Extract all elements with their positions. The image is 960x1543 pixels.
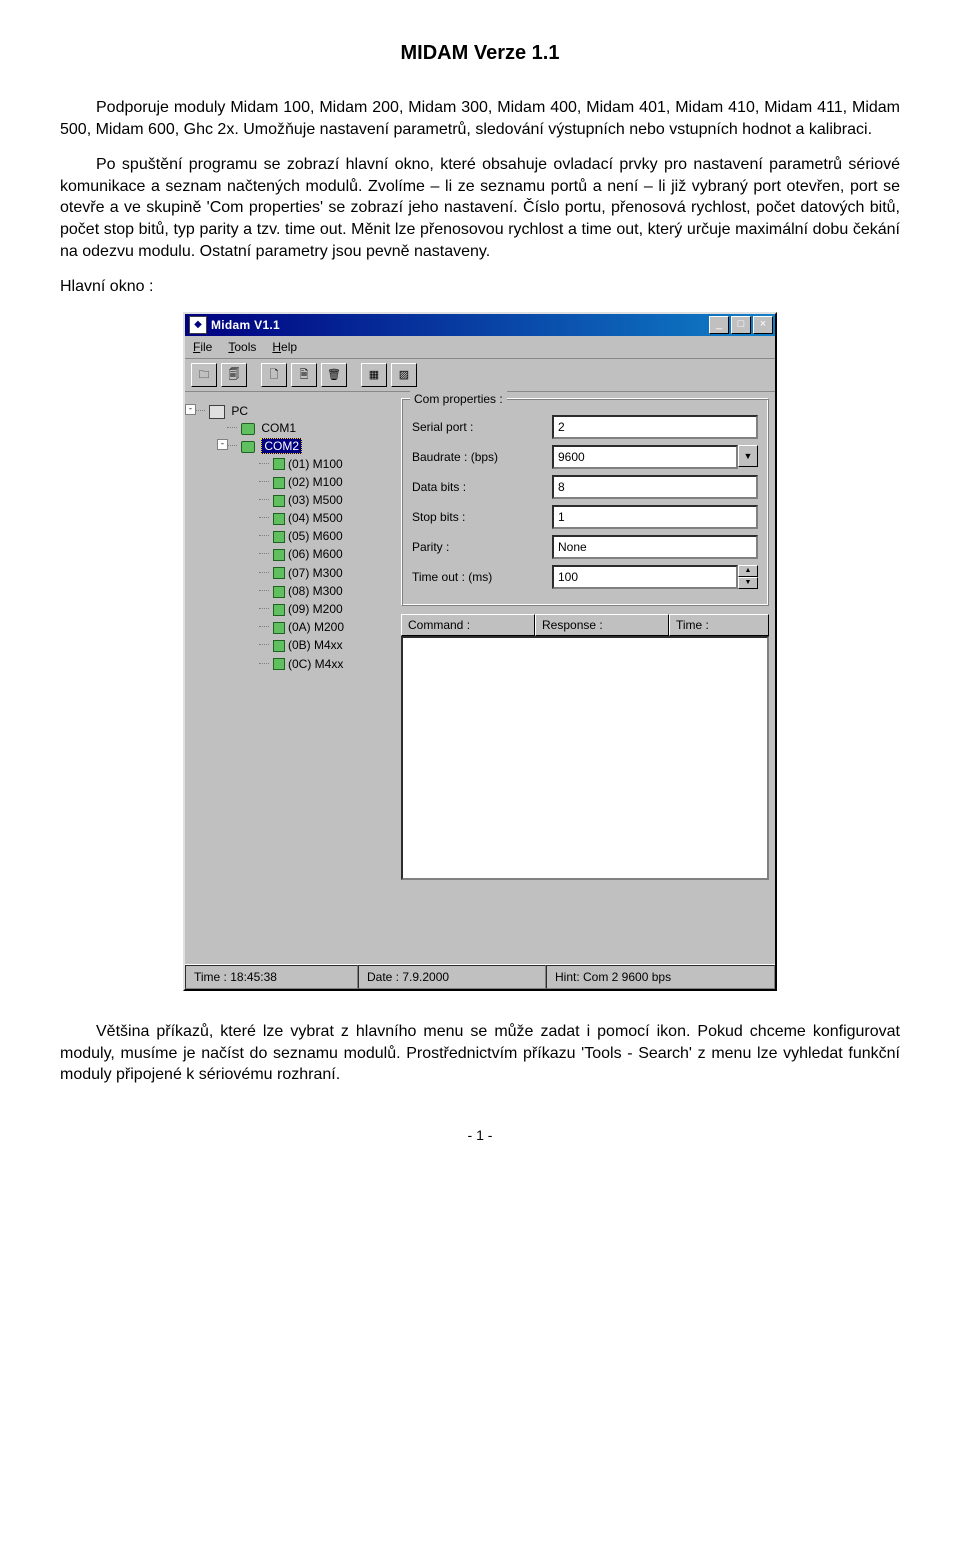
timeout-spin-up[interactable]: ▲ xyxy=(738,565,758,577)
timeout-label: Time out : (ms) xyxy=(412,569,552,585)
tree-module[interactable]: (09) M200 xyxy=(259,600,393,618)
paragraph-intro-2: Po spuštění programu se zobrazí hlavní o… xyxy=(60,154,900,262)
toolbar: 🗀 🗐 🗋 🗎 🗑 ▦ ▨ xyxy=(185,359,775,392)
module-icon xyxy=(273,586,285,598)
tree-root-pc[interactable]: - PC COM1 - COM2 (01) M100 xyxy=(195,402,393,675)
col-response[interactable]: Response : xyxy=(535,614,669,636)
tree-com1-label: COM1 xyxy=(261,421,296,435)
databits-label: Data bits : xyxy=(412,479,552,495)
tree-root-label: PC xyxy=(231,404,248,418)
status-time: Time : 18:45:38 xyxy=(185,965,358,989)
module-label: (0C) M4xx xyxy=(288,657,343,671)
tree-module[interactable]: (08) M300 xyxy=(259,582,393,600)
baudrate-label: Baudrate : (bps) xyxy=(412,449,552,465)
port-icon xyxy=(241,423,255,435)
expander-icon[interactable]: - xyxy=(185,404,196,415)
toolbar-btn-4[interactable]: 🗎 xyxy=(291,363,317,387)
document-title: MIDAM Verze 1.1 xyxy=(60,40,900,67)
tree-module[interactable]: (02) M100 xyxy=(259,473,393,491)
toolbar-btn-7[interactable]: ▨ xyxy=(391,363,417,387)
titlebar: ◆ Midam V1.1 _ □ × xyxy=(185,314,775,336)
toolbar-btn-1[interactable]: 🗀 xyxy=(191,363,217,387)
status-date: Date : 7.9.2000 xyxy=(358,965,546,989)
tree-module[interactable]: (0C) M4xx xyxy=(259,655,393,673)
module-label: (01) M100 xyxy=(288,457,343,471)
command-log-group: Command : Response : Time : xyxy=(401,614,769,880)
module-label: (0A) M200 xyxy=(288,620,344,634)
module-label: (02) M100 xyxy=(288,475,343,489)
module-label: (06) M600 xyxy=(288,547,343,561)
timeout-spin-down[interactable]: ▼ xyxy=(738,577,758,589)
status-hint: Hint: Com 2 9600 bps xyxy=(546,965,775,989)
module-label: (08) M300 xyxy=(288,584,343,598)
tree-item-com1[interactable]: COM1 xyxy=(227,419,393,437)
com-properties-legend: Com properties : xyxy=(410,391,507,407)
parity-label: Parity : xyxy=(412,539,552,555)
toolbar-btn-3[interactable]: 🗋 xyxy=(261,363,287,387)
tree-module[interactable]: (07) M300 xyxy=(259,564,393,582)
maximize-button[interactable]: □ xyxy=(731,316,751,334)
serial-port-label: Serial port : xyxy=(412,419,552,435)
status-bar: Time : 18:45:38 Date : 7.9.2000 Hint: Co… xyxy=(185,964,775,989)
baudrate-field[interactable]: 9600 xyxy=(552,445,738,469)
module-label: (0B) M4xx xyxy=(288,638,343,652)
tree-module[interactable]: (03) M500 xyxy=(259,491,393,509)
databits-field[interactable]: 8 xyxy=(552,475,758,499)
expander-icon[interactable]: - xyxy=(217,439,228,450)
module-label: (09) M200 xyxy=(288,602,343,616)
menu-file[interactable]: File xyxy=(193,339,212,355)
baudrate-dropdown-button[interactable]: ▼ xyxy=(738,445,758,467)
module-icon xyxy=(273,531,285,543)
toolbar-btn-6[interactable]: ▦ xyxy=(361,363,387,387)
col-time[interactable]: Time : xyxy=(669,614,769,636)
module-label: (04) M500 xyxy=(288,511,343,525)
tree-module[interactable]: (0B) M4xx xyxy=(259,636,393,654)
module-label: (07) M300 xyxy=(288,566,343,580)
port-icon xyxy=(241,441,255,453)
menu-bar: File Tools Help xyxy=(185,336,775,359)
page-number: - 1 - xyxy=(60,1126,900,1145)
toolbar-btn-5[interactable]: 🗑 xyxy=(321,363,347,387)
module-icon xyxy=(273,549,285,561)
tree-module[interactable]: (0A) M200 xyxy=(259,618,393,636)
command-log-list[interactable] xyxy=(401,636,769,880)
pc-icon xyxy=(209,405,225,419)
paragraph-intro-1: Podporuje moduly Midam 100, Midam 200, M… xyxy=(60,97,900,140)
parity-field[interactable]: None xyxy=(552,535,758,559)
module-icon xyxy=(273,640,285,652)
main-window-label: Hlavní okno : xyxy=(60,276,900,298)
stopbits-label: Stop bits : xyxy=(412,509,552,525)
minimize-button[interactable]: _ xyxy=(709,316,729,334)
module-icon xyxy=(273,658,285,670)
tree-module[interactable]: (05) M600 xyxy=(259,527,393,545)
module-icon xyxy=(273,604,285,616)
window-title: Midam V1.1 xyxy=(211,317,709,333)
app-icon: ◆ xyxy=(189,316,207,334)
paragraph-footer: Většina příkazů, které lze vybrat z hlav… xyxy=(60,1021,900,1086)
module-label: (05) M600 xyxy=(288,529,343,543)
toolbar-btn-2[interactable]: 🗐 xyxy=(221,363,247,387)
module-icon xyxy=(273,567,285,579)
module-icon xyxy=(273,458,285,470)
tree-module[interactable]: (04) M500 xyxy=(259,509,393,527)
col-command[interactable]: Command : xyxy=(401,614,535,636)
timeout-field[interactable]: 100 xyxy=(552,565,738,589)
module-label: (03) M500 xyxy=(288,493,343,507)
module-icon xyxy=(273,622,285,634)
stopbits-field[interactable]: 1 xyxy=(552,505,758,529)
serial-port-field[interactable]: 2 xyxy=(552,415,758,439)
app-window: ◆ Midam V1.1 _ □ × File Tools Help 🗀 🗐 🗋… xyxy=(183,312,777,991)
tree-module[interactable]: (06) M600 xyxy=(259,545,393,563)
tree-com2-label: COM2 xyxy=(261,438,302,454)
close-button[interactable]: × xyxy=(753,316,773,334)
module-icon xyxy=(273,477,285,489)
menu-tools[interactable]: Tools xyxy=(228,339,256,355)
com-properties-group: Com properties : Serial port : 2 Baudrat… xyxy=(401,398,769,606)
tree-item-com2[interactable]: - COM2 (01) M100 (02) M100 (03) M500 (04… xyxy=(227,437,393,673)
module-tree: - PC COM1 - COM2 (01) M100 xyxy=(191,398,395,958)
module-icon xyxy=(273,513,285,525)
module-icon xyxy=(273,495,285,507)
menu-help[interactable]: Help xyxy=(272,339,297,355)
tree-module[interactable]: (01) M100 xyxy=(259,455,393,473)
